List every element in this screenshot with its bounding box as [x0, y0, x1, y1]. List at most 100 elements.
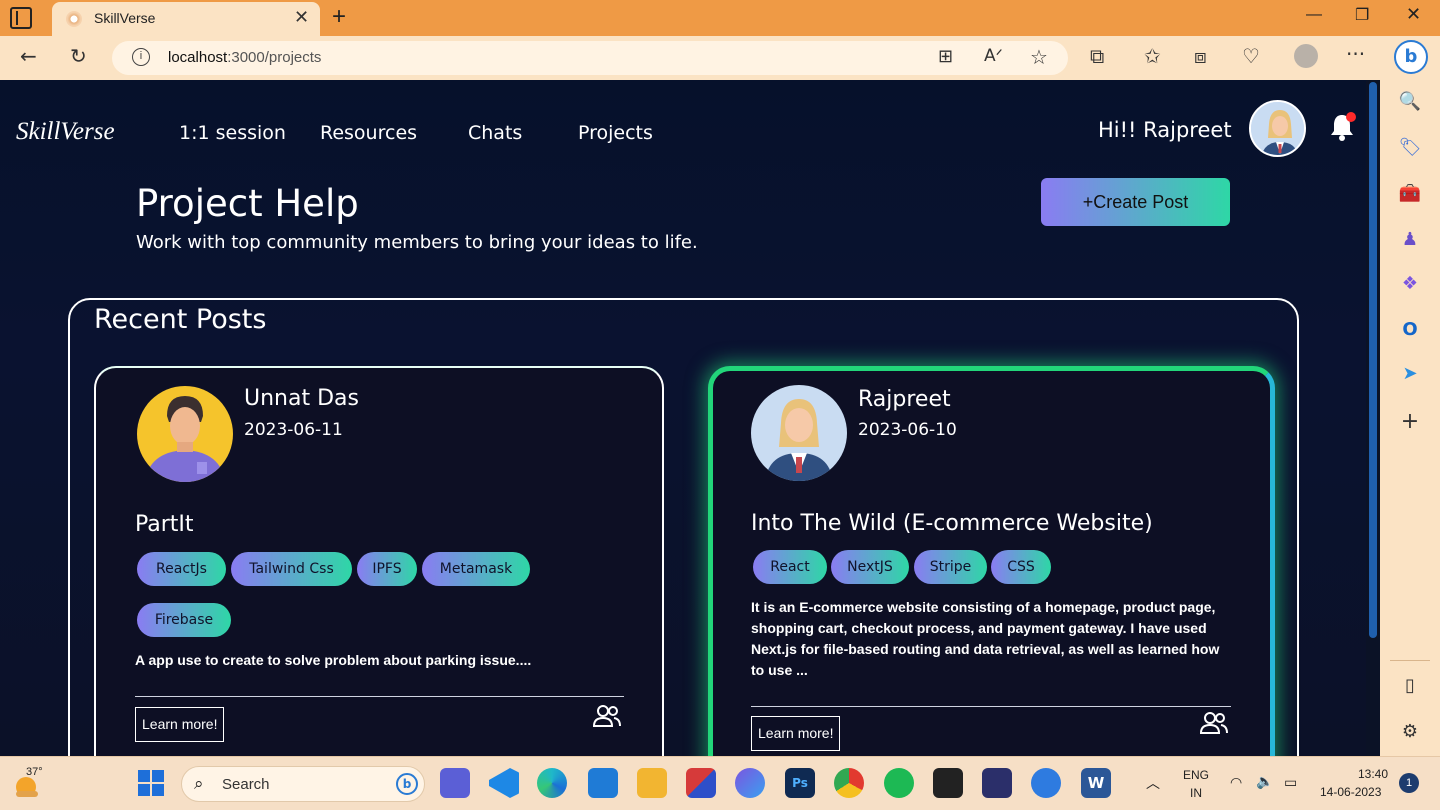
extensions-icon[interactable]: ⧉: [1090, 44, 1104, 68]
battery-icon[interactable]: ▭: [1284, 774, 1297, 791]
tag-chip[interactable]: CSS: [991, 550, 1051, 584]
app-available-icon[interactable]: ⊞: [938, 46, 953, 67]
site-info-icon[interactable]: i: [132, 48, 150, 66]
file-explorer-icon[interactable]: [637, 768, 667, 798]
favorites-icon[interactable]: ✩: [1144, 44, 1161, 68]
mail-icon[interactable]: [588, 768, 618, 798]
post-card-highlighted[interactable]: Rajpreet 2023-06-10 Into The Wild (E-com…: [708, 366, 1275, 756]
taskbar-search[interactable]: ⌕ Search b: [181, 766, 425, 802]
tag-chip[interactable]: Firebase: [137, 603, 231, 637]
greeting-text: Hi!! Rajpreet: [1098, 118, 1232, 142]
tag-chip[interactable]: Stripe: [914, 550, 987, 584]
browser-tab[interactable]: SkillVerse ✕: [52, 2, 320, 36]
bing-icon[interactable]: b: [396, 773, 418, 795]
page-scrollbar[interactable]: [1366, 80, 1380, 756]
nav-link-chats[interactable]: Chats: [468, 122, 522, 144]
card-divider: [751, 706, 1231, 707]
more-menu-icon[interactable]: ···: [1346, 42, 1365, 66]
ms-to-app-icon[interactable]: [933, 768, 963, 798]
tab-title: SkillVerse: [94, 10, 156, 26]
tray-overflow-icon[interactable]: ︿: [1146, 773, 1160, 793]
scrollbar-thumb[interactable]: [1369, 82, 1377, 638]
notification-dot: [1346, 112, 1356, 122]
collections-icon[interactable]: ⧈: [1194, 44, 1207, 68]
word-icon[interactable]: W: [1081, 768, 1111, 798]
post-title: PartIt: [135, 512, 194, 537]
learn-more-button[interactable]: Learn more!: [135, 707, 225, 742]
photoshop-icon[interactable]: Ps: [785, 768, 815, 798]
task-manager-icon[interactable]: [982, 768, 1012, 798]
learn-more-button[interactable]: Learn more!: [751, 716, 841, 751]
copilot-icon[interactable]: ❖: [1398, 272, 1422, 296]
clock-date[interactable]: 14-06-2023: [1320, 785, 1381, 799]
favorite-star-icon[interactable]: ☆: [1030, 45, 1048, 69]
user-avatar[interactable]: [1249, 100, 1306, 157]
tag-chip[interactable]: NextJS: [831, 550, 909, 584]
brand-logo[interactable]: SkillVerse: [16, 118, 115, 146]
recent-posts-panel: Recent Posts Unnat Das 2023-06-11 PartIt…: [68, 298, 1299, 756]
bing-chat-icon[interactable]: b: [1394, 40, 1428, 74]
language-top[interactable]: ENG: [1183, 768, 1209, 782]
edge-sidebar: 🔍 🏷 🧰 ♟ ❖ O ➤ + ▯ ⚙: [1380, 80, 1440, 756]
firefox-dev-icon[interactable]: [1031, 768, 1061, 798]
close-tab-icon[interactable]: ✕: [294, 7, 309, 28]
volume-icon[interactable]: 🔈: [1256, 773, 1273, 790]
profile-icon[interactable]: [1294, 44, 1318, 68]
nav-link-resources[interactable]: Resources: [320, 122, 417, 144]
tag-chip[interactable]: ReactJs: [137, 552, 226, 586]
back-icon[interactable]: ←: [20, 44, 37, 68]
wifi-icon[interactable]: ◠: [1230, 774, 1242, 791]
windows-start-icon[interactable]: [138, 770, 164, 796]
weather-temp: 37°: [26, 766, 43, 778]
tag-chip[interactable]: Tailwind Css: [231, 552, 352, 586]
games-icon[interactable]: ♟: [1398, 228, 1422, 252]
post-card[interactable]: Unnat Das 2023-06-11 PartIt ReactJs Tail…: [94, 366, 664, 756]
favicon-icon: [66, 11, 82, 27]
search-icon[interactable]: 🔍: [1398, 90, 1422, 114]
author-name: Unnat Das: [244, 386, 359, 411]
add-icon[interactable]: +: [1398, 410, 1422, 434]
settings-gear-icon[interactable]: ⚙: [1398, 720, 1422, 744]
shopping-tag-icon[interactable]: 🏷: [1398, 136, 1422, 160]
create-post-button[interactable]: +Create Post: [1041, 178, 1230, 226]
clock-time[interactable]: 13:40: [1358, 767, 1388, 781]
copilot-taskbar-icon[interactable]: [735, 768, 765, 798]
collaborators-icon[interactable]: [592, 704, 622, 728]
notification-center-badge[interactable]: 1: [1399, 773, 1419, 793]
page-title: Project Help: [136, 182, 359, 225]
office-app-icon[interactable]: [686, 768, 716, 798]
spotify-icon[interactable]: [884, 768, 914, 798]
tab-actions-icon[interactable]: [10, 7, 32, 29]
nav-link-projects[interactable]: Projects: [578, 122, 653, 144]
send-icon[interactable]: ➤: [1398, 362, 1422, 386]
sidebar-toggle-icon[interactable]: ▯: [1398, 674, 1422, 698]
collaborators-icon[interactable]: [1199, 711, 1229, 735]
edge-browser-icon[interactable]: [537, 768, 567, 798]
url-text[interactable]: localhost:3000/projects: [168, 49, 321, 66]
new-tab-icon[interactable]: +: [332, 3, 346, 31]
chrome-icon[interactable]: [834, 768, 864, 798]
tag-chip[interactable]: IPFS: [357, 552, 417, 586]
close-window-icon[interactable]: ✕: [1406, 4, 1421, 25]
tag-chip[interactable]: React: [753, 550, 827, 584]
minimize-icon[interactable]: —: [1306, 6, 1322, 24]
author-name: Rajpreet: [858, 387, 951, 412]
vscode-icon[interactable]: [489, 768, 519, 798]
author-avatar: [137, 386, 233, 482]
performance-icon[interactable]: ♡: [1242, 44, 1260, 68]
page-content: SkillVerse 1:1 session Resources Chats P…: [0, 80, 1366, 756]
post-date: 2023-06-11: [244, 420, 343, 440]
read-aloud-icon[interactable]: Aᐟ: [984, 46, 1003, 66]
address-bar[interactable]: i localhost:3000/projects ⊞ Aᐟ ☆: [112, 41, 1068, 75]
post-title: Into The Wild (E-commerce Website): [751, 511, 1153, 536]
tag-chip[interactable]: Metamask: [422, 552, 530, 586]
teams-chat-icon[interactable]: [440, 768, 470, 798]
refresh-icon[interactable]: ↻: [70, 44, 87, 68]
tools-icon[interactable]: 🧰: [1398, 182, 1422, 206]
restore-icon[interactable]: ❐: [1355, 5, 1369, 25]
recent-posts-title: Recent Posts: [94, 304, 267, 335]
outlook-icon[interactable]: O: [1398, 318, 1422, 342]
nav-link-session[interactable]: 1:1 session: [179, 122, 286, 144]
search-placeholder: Search: [222, 776, 270, 793]
language-bottom[interactable]: IN: [1190, 786, 1202, 800]
